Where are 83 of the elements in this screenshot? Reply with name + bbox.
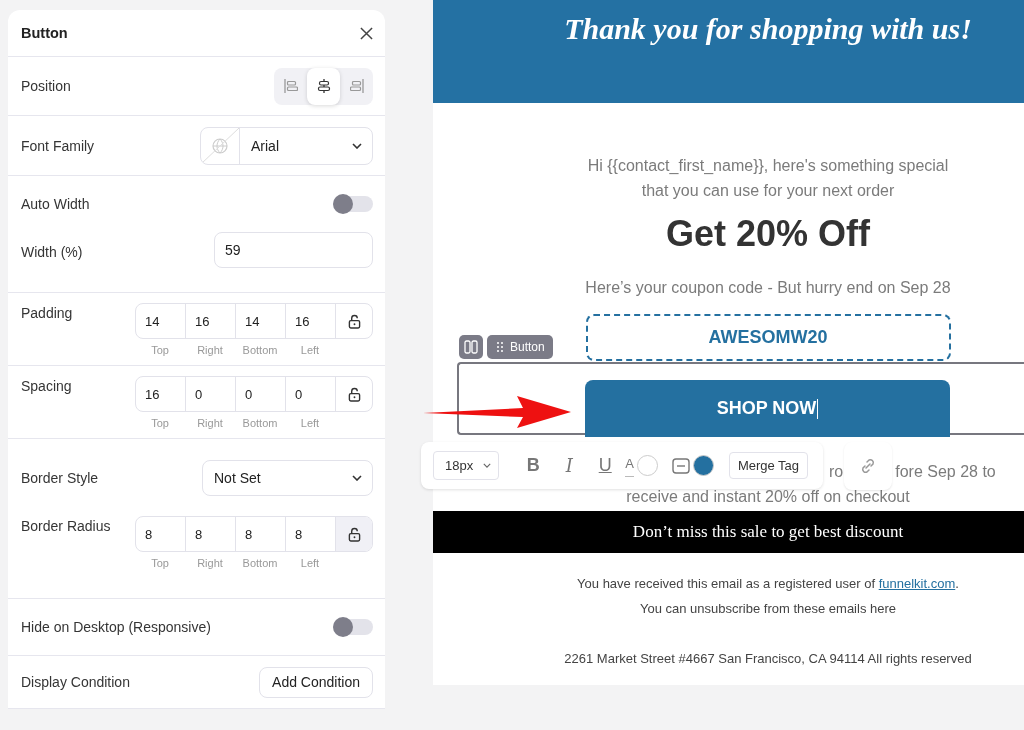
side-label: Left <box>299 557 321 569</box>
field-label: Padding <box>21 305 73 321</box>
lock-icon <box>347 526 361 542</box>
banner-text: Don’t miss this sale to get best discount <box>632 522 904 542</box>
field-label: Width (%) <box>21 244 83 260</box>
coupon-code: AWESOMW20 <box>585 314 951 361</box>
merge-tag-button[interactable]: Merge Tag <box>728 452 809 479</box>
side-label: Left <box>299 344 321 356</box>
block-label-chip[interactable]: Button <box>487 335 553 359</box>
side-label: Right <box>196 417 224 429</box>
shop-now-button[interactable]: SHOP NOW <box>585 380 950 437</box>
align-button[interactable] <box>307 67 340 105</box>
color-swatch[interactable] <box>636 455 658 476</box>
align-right-icon <box>349 79 364 93</box>
address-text: 2261 Market Street #4667 San Francisco, CA 94114 All rights reserved <box>563 650 973 668</box>
side-value[interactable]: 8 <box>136 517 186 551</box>
side-value[interactable]: 16 <box>136 377 186 411</box>
minus-box-icon[interactable] <box>671 457 690 474</box>
field-label: Border Style <box>21 470 99 486</box>
field-label: Font Family <box>21 137 95 154</box>
side-label: Top <box>150 344 170 356</box>
four-side-input[interactable]: 14 16 14 16 <box>135 303 373 339</box>
footer-text: You have received this email as a registered user of funnelkit.com. <box>576 575 960 593</box>
font-size-select[interactable]: 18px <box>433 451 500 480</box>
chevron-down-icon <box>352 475 362 481</box>
link-icon <box>859 457 877 475</box>
side-value[interactable]: 14 <box>136 304 186 338</box>
side-value[interactable]: 16 <box>286 304 336 338</box>
chevron-down-icon <box>483 463 492 468</box>
side-value[interactable]: 8 <box>186 517 236 551</box>
width-input[interactable]: 59 <box>214 232 373 268</box>
format-button[interactable]: I <box>551 455 588 476</box>
format-button[interactable]: U <box>587 455 624 476</box>
columns-icon <box>464 340 478 354</box>
side-value[interactable]: 0 <box>236 377 286 411</box>
panel-title: Button <box>21 25 68 41</box>
field-label: Auto Width <box>21 196 90 212</box>
body-text: receive and instant 20% off on checkout <box>625 487 911 507</box>
format-button[interactable]: B <box>515 455 552 476</box>
color-swatch[interactable] <box>692 455 714 476</box>
chevron-down-icon <box>352 142 362 149</box>
font-family-select[interactable]: Arial <box>200 126 373 165</box>
align-center-icon <box>316 79 331 93</box>
drag-handle-icon <box>497 342 503 352</box>
four-side-input[interactable]: 16 0 0 0 <box>135 376 373 412</box>
lock-icon <box>347 386 361 402</box>
field-label: Spacing <box>21 378 72 394</box>
side-label: Left <box>299 417 321 429</box>
lock-button[interactable] <box>336 517 372 551</box>
side-label: Bottom <box>241 557 279 569</box>
greeting-text: Hi {{contact_first_name}}, here's something special that you can use for your next order <box>586 156 950 201</box>
side-value[interactable]: 8 <box>236 517 286 551</box>
email-heading: Thank you for shopping with us! <box>564 12 972 47</box>
body-text: ro <box>829 462 844 482</box>
side-label: Right <box>196 344 224 356</box>
field-label: Display Condition <box>21 674 130 690</box>
close-icon[interactable] <box>360 26 373 40</box>
field-label: Position <box>21 78 71 94</box>
side-label: Bottom <box>241 344 279 356</box>
toggle-switch[interactable] <box>333 196 373 212</box>
align-left-icon <box>283 79 298 93</box>
add-condition-button[interactable]: Add Condition <box>259 666 373 698</box>
four-side-input[interactable]: 8 8 8 8 <box>135 516 373 552</box>
lock-icon <box>347 313 361 329</box>
side-value[interactable]: 0 <box>186 377 236 411</box>
side-label: Bottom <box>241 417 279 429</box>
body-text: fore Sep 28 to <box>895 462 996 482</box>
side-label: Top <box>150 417 170 429</box>
field-label: Hide on Desktop (Responsive) <box>21 619 211 635</box>
side-value[interactable]: 14 <box>236 304 286 338</box>
side-label: Right <box>196 557 224 569</box>
field-label: Border Radius <box>21 518 111 534</box>
offer-headline: Get 20% Off <box>664 212 871 256</box>
unsubscribe-text: You can unsubscribe from these emails here <box>638 600 898 618</box>
border-style-select[interactable]: Not Set <box>202 460 373 496</box>
text-color-button[interactable]: A <box>625 456 634 475</box>
side-value[interactable]: 0 <box>286 377 336 411</box>
column-handle[interactable] <box>459 335 483 359</box>
side-label: Top <box>150 557 170 569</box>
side-value[interactable]: 16 <box>186 304 236 338</box>
toggle-switch[interactable] <box>333 619 373 635</box>
globe-icon <box>201 127 239 164</box>
coupon-intro-text: Here’s your coupon code - But hurry end on Sep 28 <box>584 278 952 298</box>
